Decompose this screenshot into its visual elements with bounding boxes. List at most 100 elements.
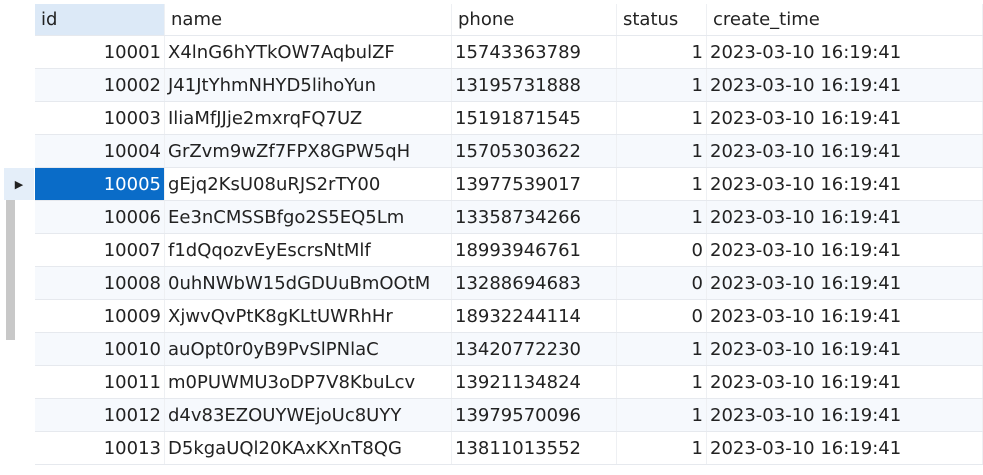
cell-id[interactable]: 10013: [35, 432, 165, 464]
table-row[interactable]: 10003 IliaMfJJje2mxrqFQ7UZ 15191871545 1 202…: [35, 102, 983, 135]
cell-create-time[interactable]: 2023-03-10 16:19:41: [707, 399, 983, 431]
cell-create-time[interactable]: 2023-03-10 16:19:41: [707, 333, 983, 365]
cell-name[interactable]: Ee3nCMSSBfgo2S5EQ5Lm: [165, 201, 452, 233]
row-indicator[interactable]: [4, 102, 34, 134]
cell-create-time[interactable]: 2023-03-10 16:19:41: [707, 69, 983, 101]
cell-phone[interactable]: 13195731888: [452, 69, 617, 101]
row-indicator[interactable]: [4, 36, 34, 68]
cell-name[interactable]: XjwvQvPtK8gKLtUWRhHr: [165, 300, 452, 332]
cell-status[interactable]: 0: [617, 267, 707, 299]
cell-phone[interactable]: 13358734266: [452, 201, 617, 233]
cell-phone[interactable]: 15705303622: [452, 135, 617, 167]
row-indicator[interactable]: [4, 300, 34, 332]
cell-phone[interactable]: 13921134824: [452, 366, 617, 398]
row-indicator[interactable]: [4, 366, 34, 398]
cell-name[interactable]: GrZvm9wZf7FPX8GPW5qH: [165, 135, 452, 167]
cell-status[interactable]: 1: [617, 168, 707, 200]
cell-create-time[interactable]: 2023-03-10 16:19:41: [707, 135, 983, 167]
table-row[interactable]: 10006 Ee3nCMSSBfgo2S5EQ5Lm 13358734266 1 202…: [35, 201, 983, 234]
cell-id[interactable]: 10006: [35, 201, 165, 233]
column-header-name[interactable]: name: [165, 4, 452, 35]
row-indicator[interactable]: [4, 333, 34, 365]
row-indicator[interactable]: [4, 135, 34, 167]
row-indicator[interactable]: [4, 432, 34, 464]
cell-id[interactable]: 10011: [35, 366, 165, 398]
cell-id[interactable]: 10009: [35, 300, 165, 332]
cell-status[interactable]: 1: [617, 69, 707, 101]
cell-id[interactable]: 10003: [35, 102, 165, 134]
row-indicator[interactable]: [4, 201, 34, 233]
cell-status[interactable]: 0: [617, 300, 707, 332]
cell-phone[interactable]: 13288694683: [452, 267, 617, 299]
cell-name[interactable]: J41JtYhmNHYD5lihoYun: [165, 69, 452, 101]
row-indicator[interactable]: [4, 267, 34, 299]
table-row[interactable]: 10004 GrZvm9wZf7FPX8GPW5qH 15705303622 1 202…: [35, 135, 983, 168]
cell-create-time[interactable]: 2023-03-10 16:19:41: [707, 168, 983, 200]
data-grid: id name phone status create_time 10001 X4…: [4, 4, 983, 465]
cell-id[interactable]: 10012: [35, 399, 165, 431]
cell-name[interactable]: gEjq2KsU08uRJS2rTY00: [165, 168, 452, 200]
cell-phone[interactable]: 18932244114: [452, 300, 617, 332]
row-indicator[interactable]: ▶: [4, 168, 34, 200]
cell-status[interactable]: 1: [617, 333, 707, 365]
cell-status[interactable]: 1: [617, 201, 707, 233]
cell-phone[interactable]: 13811013552: [452, 432, 617, 464]
cell-id[interactable]: 10004: [35, 135, 165, 167]
cell-create-time[interactable]: 2023-03-10 16:19:41: [707, 300, 983, 332]
cell-create-time[interactable]: 2023-03-10 16:19:41: [707, 432, 983, 464]
cell-name[interactable]: d4v83EZOUYWEjoUc8UYY: [165, 399, 452, 431]
cell-status[interactable]: 1: [617, 135, 707, 167]
row-indicator[interactable]: [4, 234, 34, 266]
table-row[interactable]: 10001 X4lnG6hYTkOW7AqbulZF 15743363789 1 202…: [35, 36, 983, 69]
cell-status[interactable]: 1: [617, 366, 707, 398]
cell-phone[interactable]: 13977539017: [452, 168, 617, 200]
cell-status[interactable]: 0: [617, 234, 707, 266]
cell-create-time[interactable]: 2023-03-10 16:19:41: [707, 36, 983, 68]
cell-id[interactable]: 10007: [35, 234, 165, 266]
cell-id[interactable]: 10008: [35, 267, 165, 299]
cell-phone[interactable]: 13979570096: [452, 399, 617, 431]
column-header-create-time[interactable]: create_time: [707, 4, 983, 35]
cell-id[interactable]: 10005: [35, 168, 165, 200]
table-row[interactable]: 10002 J41JtYhmNHYD5lihoYun 13195731888 1 202…: [35, 69, 983, 102]
cell-name[interactable]: IliaMfJJje2mxrqFQ7UZ: [165, 102, 452, 134]
table-row[interactable]: 10012 d4v83EZOUYWEjoUc8UYY 13979570096 1 202…: [35, 399, 983, 432]
table-row[interactable]: 10013 D5kgaUQl20KAxKXnT8QG 13811013552 1 202…: [35, 432, 983, 465]
cell-phone[interactable]: 18993946761: [452, 234, 617, 266]
cell-create-time[interactable]: 2023-03-10 16:19:41: [707, 201, 983, 233]
cell-create-time[interactable]: 2023-03-10 16:19:41: [707, 267, 983, 299]
table-row[interactable]: 10009 XjwvQvPtK8gKLtUWRhHr 18932244114 0 202…: [35, 300, 983, 333]
cell-status[interactable]: 1: [617, 432, 707, 464]
cell-status[interactable]: 1: [617, 102, 707, 134]
table-row[interactable]: ▶ 10005 gEjq2KsU08uRJS2rTY00 13977539017 1 20…: [4, 168, 983, 201]
column-header-status[interactable]: status: [617, 4, 707, 35]
cell-create-time[interactable]: 2023-03-10 16:19:41: [707, 366, 983, 398]
cell-name[interactable]: 0uhNWbW15dGDUuBmOOtM: [165, 267, 452, 299]
grid-body: 10001 X4lnG6hYTkOW7AqbulZF 15743363789 1 202…: [4, 36, 983, 465]
cell-phone[interactable]: 15191871545: [452, 102, 617, 134]
cell-phone[interactable]: 15743363789: [452, 36, 617, 68]
cell-name[interactable]: m0PUWMU3oDP7V8KbuLcv: [165, 366, 452, 398]
table-row[interactable]: 10008 0uhNWbW15dGDUuBmOOtM 13288694683 0 202…: [35, 267, 983, 300]
table-row[interactable]: 10007 f1dQqozvEyEscrsNtMlf 18993946761 0 202…: [35, 234, 983, 267]
column-header-phone[interactable]: phone: [452, 4, 617, 35]
cell-create-time[interactable]: 2023-03-10 16:19:41: [707, 234, 983, 266]
current-row-arrow-icon: ▶: [14, 177, 24, 191]
cell-phone[interactable]: 13420772230: [452, 333, 617, 365]
cell-id[interactable]: 10010: [35, 333, 165, 365]
cell-id[interactable]: 10001: [35, 36, 165, 68]
cell-create-time[interactable]: 2023-03-10 16:19:41: [707, 102, 983, 134]
cell-status[interactable]: 1: [617, 399, 707, 431]
column-header-id[interactable]: id: [35, 4, 165, 35]
row-indicator[interactable]: [4, 69, 34, 101]
cell-status[interactable]: 1: [617, 36, 707, 68]
header-row: id name phone status create_time: [35, 4, 983, 36]
cell-name[interactable]: auOpt0r0yB9PvSlPNlaC: [165, 333, 452, 365]
cell-name[interactable]: f1dQqozvEyEscrsNtMlf: [165, 234, 452, 266]
cell-name[interactable]: X4lnG6hYTkOW7AqbulZF: [165, 36, 452, 68]
cell-id[interactable]: 10002: [35, 69, 165, 101]
cell-name[interactable]: D5kgaUQl20KAxKXnT8QG: [165, 432, 452, 464]
table-row[interactable]: 10010 auOpt0r0yB9PvSlPNlaC 13420772230 1 202…: [35, 333, 983, 366]
table-row[interactable]: 10011 m0PUWMU3oDP7V8KbuLcv 13921134824 1 202…: [35, 366, 983, 399]
row-indicator[interactable]: [4, 399, 34, 431]
